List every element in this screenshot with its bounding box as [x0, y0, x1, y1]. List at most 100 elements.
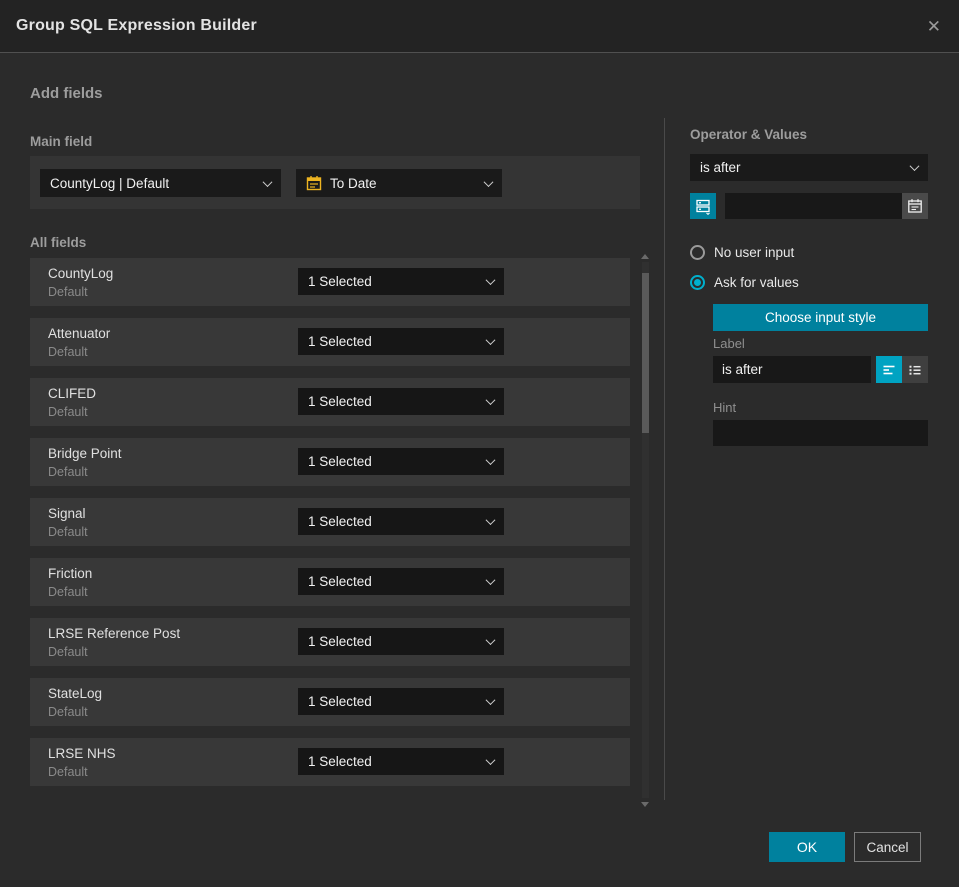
field-subtitle: Default	[48, 405, 88, 419]
field-selected-value: 1 Selected	[308, 574, 372, 589]
scrollbar-thumb[interactable]	[642, 273, 649, 433]
vertical-divider	[664, 118, 665, 800]
radio-label: No user input	[714, 245, 795, 260]
scroll-up-arrow-icon[interactable]	[641, 254, 649, 259]
field-selected-dropdown[interactable]: 1 Selected	[298, 628, 504, 655]
hint-input[interactable]	[713, 420, 928, 446]
dialog-titlebar: Group SQL Expression Builder ✕	[0, 0, 959, 53]
stacked-inputs-icon	[695, 198, 712, 215]
field-row: StateLog Default 1 Selected	[30, 678, 630, 726]
field-name: LRSE Reference Post	[48, 626, 181, 641]
field-selected-dropdown[interactable]: 1 Selected	[298, 748, 504, 775]
field-name: CountyLog	[48, 266, 114, 281]
date-picker-button[interactable]	[902, 193, 928, 219]
radio-circle-icon	[690, 245, 705, 260]
field-subtitle: Default	[48, 285, 88, 299]
list-scrollbar[interactable]	[641, 254, 649, 807]
field-name: Attenuator	[48, 326, 111, 341]
chevron-down-icon	[485, 515, 496, 526]
field-selected-dropdown[interactable]: 1 Selected	[298, 448, 504, 475]
field-selected-dropdown[interactable]: 1 Selected	[298, 328, 504, 355]
field-subtitle: Default	[48, 585, 88, 599]
field-subtitle: Default	[48, 765, 88, 779]
hint-field-label: Hint	[713, 400, 737, 415]
main-field-type-value: To Date	[330, 175, 377, 191]
ok-button[interactable]: OK	[769, 832, 845, 862]
operator-select[interactable]: is after	[690, 154, 928, 181]
cancel-button[interactable]: Cancel	[854, 832, 921, 862]
field-selected-value: 1 Selected	[308, 274, 372, 289]
field-selected-value: 1 Selected	[308, 514, 372, 529]
main-field-panel: CountyLog | Default To Date	[30, 156, 640, 209]
main-field-heading: Main field	[30, 134, 93, 149]
radio-ask-for-values[interactable]: Ask for values	[690, 275, 799, 290]
field-name: StateLog	[48, 686, 103, 701]
operator-select-value: is after	[700, 160, 741, 175]
field-row: LRSE Reference Post Default 1 Selected	[30, 618, 630, 666]
field-selected-value: 1 Selected	[308, 334, 372, 349]
field-row: CountyLog Default 1 Selected	[30, 258, 630, 306]
field-selected-value: 1 Selected	[308, 454, 372, 469]
main-field-select[interactable]: CountyLog | Default	[40, 169, 281, 197]
operator-values-heading: Operator & Values	[690, 127, 808, 142]
field-row: Bridge Point Default 1 Selected	[30, 438, 630, 486]
field-selected-value: 1 Selected	[308, 634, 372, 649]
field-selected-dropdown[interactable]: 1 Selected	[298, 688, 504, 715]
field-name: Friction	[48, 566, 93, 581]
field-subtitle: Default	[48, 525, 88, 539]
chevron-down-icon	[485, 755, 496, 766]
main-field-select-value: CountyLog | Default	[50, 175, 170, 191]
all-fields-heading: All fields	[30, 235, 87, 250]
align-left-icon	[881, 362, 897, 378]
field-subtitle: Default	[48, 705, 88, 719]
label-input[interactable]	[713, 356, 871, 383]
chevron-down-icon	[262, 176, 273, 187]
group-sql-expression-builder-dialog: Group SQL Expression Builder ✕ Add field…	[0, 0, 959, 887]
field-subtitle: Default	[48, 345, 88, 359]
input-style-toggle-button[interactable]	[690, 193, 716, 219]
chevron-down-icon	[485, 695, 496, 706]
close-icon[interactable]: ✕	[927, 18, 941, 35]
list-style-button[interactable]	[902, 356, 928, 383]
chevron-down-icon	[485, 275, 496, 286]
field-subtitle: Default	[48, 465, 88, 479]
field-name: LRSE NHS	[48, 746, 116, 761]
radio-circle-selected-icon	[690, 275, 705, 290]
main-field-type-select[interactable]: To Date	[296, 169, 502, 197]
bullet-list-icon	[907, 362, 923, 378]
field-selected-dropdown[interactable]: 1 Selected	[298, 388, 504, 415]
calendar-icon	[306, 175, 322, 191]
chevron-down-icon	[485, 455, 496, 466]
field-row: Attenuator Default 1 Selected	[30, 318, 630, 366]
field-row: CLIFED Default 1 Selected	[30, 378, 630, 426]
field-selected-value: 1 Selected	[308, 394, 372, 409]
operator-value-input[interactable]	[725, 193, 928, 219]
dialog-title: Group SQL Expression Builder	[16, 17, 257, 34]
choose-input-style-button[interactable]: Choose input style	[713, 304, 928, 331]
label-field-label: Label	[713, 336, 745, 351]
field-selected-dropdown[interactable]: 1 Selected	[298, 568, 504, 595]
chevron-down-icon	[909, 161, 920, 172]
radio-no-user-input[interactable]: No user input	[690, 245, 794, 260]
chevron-down-icon	[485, 335, 496, 346]
field-row: Friction Default 1 Selected	[30, 558, 630, 606]
chevron-down-icon	[485, 395, 496, 406]
scroll-down-arrow-icon[interactable]	[641, 802, 649, 807]
field-selected-dropdown[interactable]: 1 Selected	[298, 508, 504, 535]
chevron-down-icon	[485, 635, 496, 646]
field-row: Signal Default 1 Selected	[30, 498, 630, 546]
radio-label: Ask for values	[714, 275, 799, 290]
field-selected-dropdown[interactable]: 1 Selected	[298, 268, 504, 295]
single-line-style-button[interactable]	[876, 356, 902, 383]
field-selected-value: 1 Selected	[308, 694, 372, 709]
field-subtitle: Default	[48, 645, 88, 659]
add-fields-heading: Add fields	[30, 85, 103, 102]
field-name: CLIFED	[48, 386, 97, 401]
field-name: Signal	[48, 506, 86, 521]
field-selected-value: 1 Selected	[308, 754, 372, 769]
field-row: LRSE NHS Default 1 Selected	[30, 738, 630, 786]
field-name: Bridge Point	[48, 446, 122, 461]
calendar-icon	[907, 198, 923, 214]
chevron-down-icon	[485, 575, 496, 586]
chevron-down-icon	[483, 176, 494, 187]
